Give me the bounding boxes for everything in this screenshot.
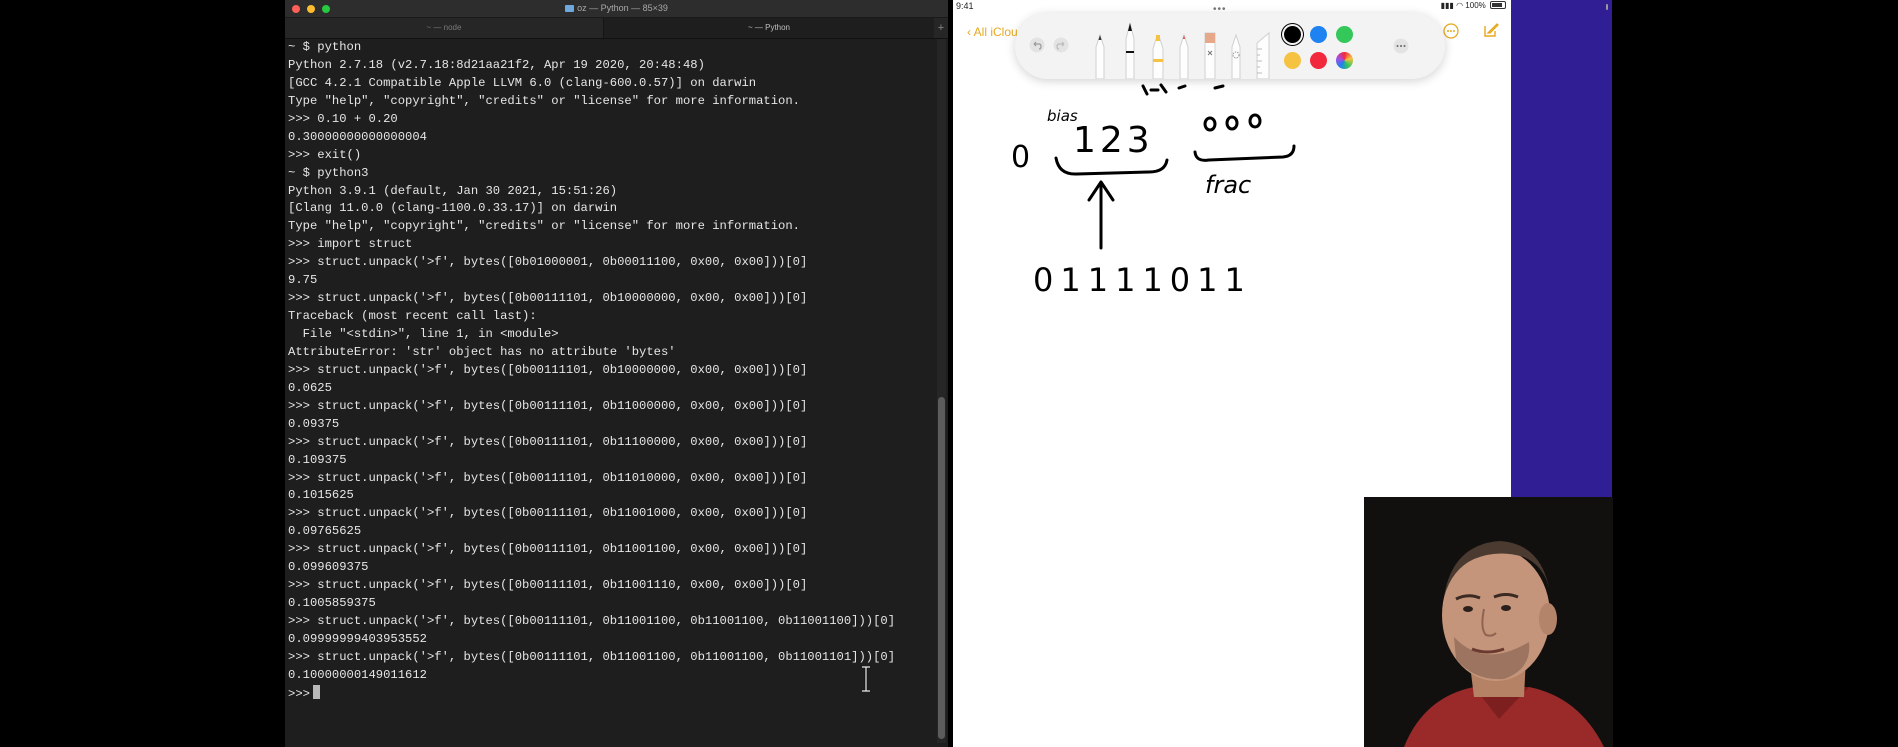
color-blue-swatch[interactable] <box>1310 26 1327 43</box>
window-title: oz — Python — 85×39 <box>577 3 668 13</box>
terminal-line: Traceback (most recent call last): <box>288 309 537 324</box>
pencil-tool-icon[interactable] <box>1177 31 1191 79</box>
terminal-line: 0.1015625 <box>288 488 354 503</box>
terminal-line: File "<stdin>", line 1, in <module> <box>288 327 559 341</box>
terminal-window[interactable]: oz — Python — 85×39 ~ — node ~ — Python … <box>285 0 948 747</box>
terminal-titlebar[interactable]: oz — Python — 85×39 <box>285 0 948 18</box>
window-title-container: oz — Python — 85×39 <box>285 3 948 13</box>
terminal-line: 0.109375 <box>288 452 347 467</box>
marker-tool-icon[interactable] <box>1151 31 1165 79</box>
terminal-line: >>> struct.unpack('>f', bytes([0b0011110… <box>288 578 808 593</box>
color-yellow-swatch[interactable] <box>1284 52 1301 69</box>
terminal-line: Python 3.9.1 (default, Jan 30 2021, 15:5… <box>288 183 618 198</box>
lasso-tool-icon[interactable] <box>1229 31 1243 79</box>
terminal-line: 0.0625 <box>288 380 332 395</box>
terminal-line: >>> struct.unpack('>f', bytes([0b0011110… <box>288 434 808 449</box>
terminal-line: 0.09375 <box>288 416 340 431</box>
color-green-swatch[interactable] <box>1336 26 1353 43</box>
text-cursor-icon <box>862 666 870 692</box>
terminal-line: >>> struct.unpack('>f', bytes([0b0011110… <box>288 506 808 521</box>
terminal-line: [Clang 11.0.0 (clang-1100.0.33.17)] on d… <box>288 201 618 216</box>
terminal-line: >>> struct.unpack('>f', bytes([0b0100000… <box>288 255 808 270</box>
more-tools-icon[interactable] <box>1393 38 1409 54</box>
terminal-line: 0.09765625 <box>288 524 362 539</box>
screen-marker <box>1606 4 1608 10</box>
terminal-line: Type "help", "copyright", "credits" or "… <box>288 219 800 234</box>
terminal-line: 9.75 <box>288 273 318 288</box>
terminal-line: ~ $ python3 <box>288 165 369 180</box>
terminal-line: 0.099609375 <box>288 560 369 575</box>
eraser-tool-icon[interactable] <box>1203 31 1217 79</box>
terminal-line: >>> struct.unpack('>f', bytes([0b0011110… <box>288 398 808 413</box>
ruler-tool-icon[interactable] <box>1255 31 1271 79</box>
undo-icon[interactable] <box>1029 37 1045 53</box>
new-tab-button[interactable]: + <box>934 18 948 38</box>
terminal-line: 0.10000000149011612 <box>288 667 427 682</box>
terminal-line: Type "help", "copyright", "credits" or "… <box>288 93 800 108</box>
terminal-line: >>> struct.unpack('>f', bytes([0b0011110… <box>288 470 808 485</box>
exponent-digits: 123 <box>1073 120 1154 161</box>
redo-icon[interactable] <box>1053 37 1069 53</box>
color-black-swatch[interactable] <box>1284 26 1301 43</box>
markup-toolbar <box>1015 13 1445 79</box>
terminal-line: >>> struct.unpack('>f', bytes([0b0011110… <box>288 291 808 306</box>
terminal-line: >>> struct.unpack('>f', bytes([0b0011110… <box>288 362 808 377</box>
terminal-line: >>> struct.unpack('>f', bytes([0b0011110… <box>288 614 896 628</box>
scrollbar-thumb[interactable] <box>938 397 945 739</box>
terminal-line: >>> struct.unpack('>f', bytes([0b0011110… <box>288 649 896 664</box>
terminal-line: AttributeError: 'str' object has no attr… <box>288 344 676 359</box>
terminal-line: >>> 0.10 + 0.20 <box>288 111 398 126</box>
terminal-line: Python 2.7.18 (v2.7.18:8d21aa21f2, Apr 1… <box>288 57 705 72</box>
terminal-prompt-line[interactable]: >>> <box>288 684 928 703</box>
sign-digit: 0 <box>1011 140 1030 175</box>
terminal-output[interactable]: ~ $ python Python 2.7.18 (v2.7.18:8d21aa2… <box>288 39 928 739</box>
terminal-line: 0.1005859375 <box>288 596 376 611</box>
color-picker-icon[interactable] <box>1336 52 1353 69</box>
terminal-line: ~ $ python <box>288 40 362 54</box>
prompt-text: >>> <box>288 686 310 701</box>
desktop-edge <box>1612 0 1898 747</box>
pen-tool-icon[interactable] <box>1093 33 1107 79</box>
color-red-swatch[interactable] <box>1310 52 1327 69</box>
tab-node[interactable]: ~ — node <box>285 18 604 38</box>
terminal-line: 0.09999999403953552 <box>288 631 427 646</box>
terminal-cursor <box>312 684 320 699</box>
terminal-line: >>> struct.unpack('>f', bytes([0b0011110… <box>288 542 808 557</box>
tab-python[interactable]: ~ — Python <box>604 18 934 38</box>
binary-digits: 01111011 <box>1033 261 1252 299</box>
monoline-tool-icon[interactable] <box>1123 19 1137 79</box>
folder-icon <box>565 5 575 12</box>
frac-label: frac <box>1205 171 1251 199</box>
terminal-line: >>> exit() <box>288 147 362 162</box>
terminal-line: [GCC 4.2.1 Compatible Apple LLVM 6.0 (cl… <box>288 75 757 90</box>
presenter-video-icon <box>1364 497 1613 747</box>
terminal-line: 0.30000000000000004 <box>288 129 427 144</box>
terminal-line: >>> import struct <box>288 237 413 252</box>
terminal-tab-bar: ~ — node ~ — Python + <box>285 18 948 39</box>
presenter-webcam <box>1364 497 1613 747</box>
